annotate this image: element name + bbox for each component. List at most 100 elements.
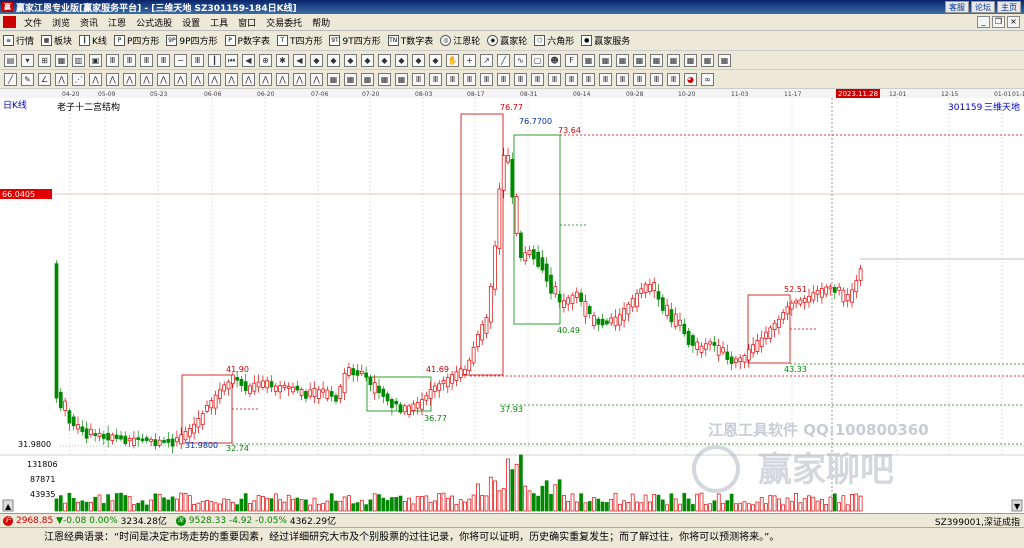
toolbar-p-table-button[interactable]: P P数字表 [224, 34, 270, 47]
bars-icon[interactable]: Ⅲ [446, 72, 459, 86]
toolbar-9p-square-button[interactable]: 9P 9P四方形 [166, 34, 218, 47]
toolbar-sector-button[interactable]: ▦ 板块 [41, 34, 72, 47]
bars-icon[interactable]: Ⅲ [429, 72, 442, 86]
zigzag-icon[interactable]: ⋀ [293, 72, 306, 86]
sz-index-seg[interactable]: 深 9528.33 -4.92 -0.05% 4362.29亿 [175, 514, 336, 527]
grid-icon[interactable]: ▦ [378, 72, 391, 86]
restore-icon[interactable]: ❐ [992, 16, 1005, 28]
table-icon[interactable]: ▦ [633, 53, 646, 67]
hand-icon[interactable]: ✋ [446, 53, 459, 67]
candle-icon[interactable]: ┃ [208, 53, 221, 67]
toolbar-hexagon-button[interactable]: ⬡ 六角形 [534, 34, 574, 47]
toolbar-9t-square-button[interactable]: 9T 9T四方形 [329, 34, 381, 47]
table-icon[interactable]: ▦ [582, 53, 595, 67]
zigzag-icon[interactable]: ⋀ [310, 72, 323, 86]
grid-icon[interactable]: ▦ [395, 72, 408, 86]
zigzag-icon[interactable]: ⋀ [276, 72, 289, 86]
bars-icon[interactable]: Ⅲ [480, 72, 493, 86]
kline-chart[interactable]: 04-20 05-09 05-23 06-06 06-20 07-06 07-2… [0, 89, 1024, 513]
back-icon[interactable]: ◀ [293, 53, 306, 67]
diamond-icon[interactable]: ◆ [310, 53, 323, 67]
bars-icon[interactable]: Ⅲ [599, 72, 612, 86]
menu-gann[interactable]: 江恩 [103, 16, 131, 29]
chart-icon[interactable]: ▥ [72, 53, 85, 67]
bars-icon[interactable]: Ⅲ [616, 72, 629, 86]
zigzag-icon[interactable]: ⋀ [259, 72, 272, 86]
bars-icon[interactable]: Ⅲ [667, 72, 680, 86]
customer-service-button[interactable]: 客服 [945, 1, 969, 13]
bars-icon[interactable]: Ⅲ [123, 53, 136, 67]
toolbar-service-button[interactable]: ● 赢家服务 [581, 34, 630, 47]
bars-icon[interactable]: Ⅲ [157, 53, 170, 67]
forum-button[interactable]: 论坛 [971, 1, 995, 13]
grid-icon[interactable]: ▦ [55, 53, 68, 67]
pen-icon[interactable]: ✎ [21, 72, 34, 86]
mask-icon[interactable]: ☻ [548, 53, 561, 67]
first-icon[interactable]: ⏮ [225, 53, 238, 67]
zigzag-icon[interactable]: ⋀ [55, 72, 68, 86]
sh-index-seg[interactable]: 沪 2968.85 ▼-0.08 0.00% 3234.28亿 [3, 514, 167, 527]
fan-icon[interactable]: ⋰ [72, 72, 85, 86]
menu-help[interactable]: 帮助 [307, 16, 335, 29]
bars-icon[interactable]: Ⅲ [633, 72, 646, 86]
line-tool-icon[interactable]: ╱ [4, 72, 17, 86]
pie-icon[interactable]: ◕ [684, 72, 697, 86]
diamond-icon[interactable]: ◆ [344, 53, 357, 67]
table-icon[interactable]: ▦ [684, 53, 697, 67]
wave-icon[interactable]: ∿ [514, 53, 527, 67]
zigzag-icon[interactable]: ⋀ [140, 72, 153, 86]
diamond-icon[interactable]: ◆ [412, 53, 425, 67]
diamond-icon[interactable]: ◆ [378, 53, 391, 67]
table-icon[interactable]: ▦ [616, 53, 629, 67]
fib-icon[interactable]: F [565, 53, 578, 67]
grid-icon[interactable]: ▦ [344, 72, 357, 86]
line-icon[interactable]: ╱ [497, 53, 510, 67]
zigzag-icon[interactable]: ⋀ [123, 72, 136, 86]
box-icon[interactable]: ▢ [531, 53, 544, 67]
minimize-icon[interactable]: _ [977, 16, 990, 28]
bars-icon[interactable]: Ⅲ [582, 72, 595, 86]
zigzag-icon[interactable]: ⋀ [174, 72, 187, 86]
bars-icon[interactable]: Ⅲ [140, 53, 153, 67]
menu-window[interactable]: 窗口 [233, 16, 261, 29]
diamond-icon[interactable]: ◆ [429, 53, 442, 67]
toolbar-t-square-button[interactable]: T T四方形 [276, 34, 322, 47]
scale-icon[interactable]: ⊞ [38, 53, 51, 67]
diamond-icon[interactable]: ◆ [395, 53, 408, 67]
diamond-icon[interactable]: ◆ [327, 53, 340, 67]
bars-icon[interactable]: Ⅲ [191, 53, 204, 67]
zigzag-icon[interactable]: ⋀ [191, 72, 204, 86]
menu-formula[interactable]: 公式选股 [131, 16, 177, 29]
dash-icon[interactable]: − [174, 53, 187, 67]
toolbar-kline-button[interactable]: ┃ K线 [79, 34, 107, 47]
star-icon[interactable]: ✱ [276, 53, 289, 67]
toolbar-quotes-button[interactable]: ≡ 行情 [3, 34, 34, 47]
period-icon[interactable]: ▣ [89, 53, 102, 67]
menu-tools[interactable]: 工具 [205, 16, 233, 29]
bars-icon[interactable]: Ⅲ [548, 72, 561, 86]
arrow-icon[interactable]: ↗ [480, 53, 493, 67]
table-icon[interactable]: ▦ [701, 53, 714, 67]
grid-icon[interactable]: ▦ [361, 72, 374, 86]
menu-trade[interactable]: 交易委托 [261, 16, 307, 29]
layout-icon[interactable]: ▤ [4, 53, 17, 67]
bars-icon[interactable]: Ⅲ [514, 72, 527, 86]
toolbar-p-square-button[interactable]: P P四方形 [113, 34, 159, 47]
zigzag-icon[interactable]: ⋀ [225, 72, 238, 86]
toolbar-winner-wheel-button[interactable]: ◉ 赢家轮 [487, 34, 527, 47]
angle-icon[interactable]: ∠ [38, 72, 51, 86]
bars-icon[interactable]: Ⅲ [565, 72, 578, 86]
dropdown-icon[interactable]: ▾ [21, 53, 34, 67]
bars-icon[interactable]: Ⅲ [463, 72, 476, 86]
toolbar-t-table-button[interactable]: TN T数字表 [387, 34, 433, 47]
prev-icon[interactable]: ◀ [242, 53, 255, 67]
zigzag-icon[interactable]: ⋀ [242, 72, 255, 86]
bars-icon[interactable]: Ⅲ [412, 72, 425, 86]
bars-icon[interactable]: Ⅲ [650, 72, 663, 86]
zigzag-icon[interactable]: ⋀ [89, 72, 102, 86]
zigzag-icon[interactable]: ⋀ [106, 72, 119, 86]
menu-settings[interactable]: 设置 [177, 16, 205, 29]
bars-icon[interactable]: Ⅲ [106, 53, 119, 67]
close-icon[interactable]: × [1007, 16, 1020, 28]
zigzag-icon[interactable]: ⋀ [208, 72, 221, 86]
